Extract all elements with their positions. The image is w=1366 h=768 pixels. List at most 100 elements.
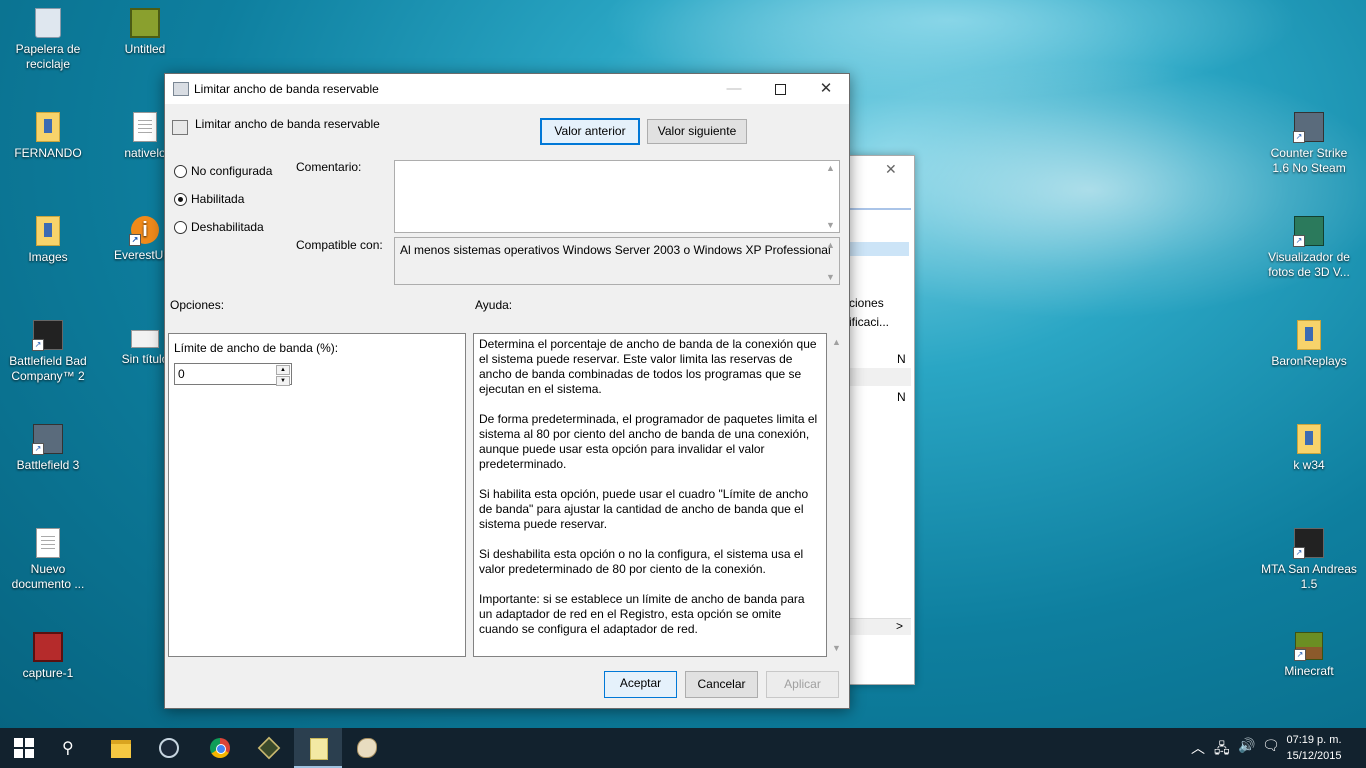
help-label: Ayuda: bbox=[475, 298, 513, 312]
scroll-down-icon[interactable]: ▼ bbox=[826, 272, 835, 282]
folder-icon bbox=[1297, 424, 1321, 454]
volume-icon[interactable]: 🔊 bbox=[1238, 738, 1255, 754]
options-panel: Límite de ancho de banda (%): 0 ▲ ▼ bbox=[168, 333, 466, 657]
close-icon: ✕ bbox=[819, 80, 833, 97]
help-paragraph: De forma predeterminada, el programador … bbox=[479, 412, 818, 471]
stepper-up-icon[interactable]: ▲ bbox=[276, 365, 290, 375]
scroll-down-icon[interactable]: ▼ bbox=[832, 643, 841, 653]
desktop-icon-visualizador[interactable]: ↗ Visualizador de fotos de 3D V... bbox=[1261, 216, 1357, 280]
app-icon bbox=[257, 736, 281, 760]
desktop-icon-label: Images bbox=[28, 250, 68, 264]
radio-circle[interactable] bbox=[174, 165, 187, 179]
steam-icon bbox=[159, 738, 179, 758]
desktop-icon-kw34[interactable]: k w34 bbox=[1261, 424, 1357, 473]
paint-icon bbox=[357, 738, 377, 758]
desktop-icon-minecraft[interactable]: ↗ Minecraft bbox=[1261, 632, 1357, 679]
counter-strike-icon: ↗ bbox=[1293, 112, 1324, 143]
taskbar-paint[interactable] bbox=[343, 728, 391, 768]
setting-icon bbox=[172, 120, 188, 135]
stepper-down-icon[interactable]: ▼ bbox=[276, 376, 290, 386]
ok-button[interactable]: Aceptar bbox=[604, 671, 677, 698]
desktop-icon-images[interactable]: Images bbox=[0, 216, 96, 265]
search-button[interactable]: ⚲ bbox=[48, 728, 96, 768]
desktop-icon-battlefield-bc2[interactable]: ↗ Battlefield Bad Company™ 2 bbox=[0, 320, 96, 384]
maximize-button[interactable] bbox=[757, 74, 803, 104]
scroll-up-icon[interactable]: ▲ bbox=[832, 337, 841, 347]
partial-text: ificaci... bbox=[849, 315, 890, 329]
network-icon[interactable]: 🖧 bbox=[1214, 738, 1230, 762]
shortcut-arrow-icon: ↗ bbox=[1293, 547, 1305, 559]
text-file-icon bbox=[36, 528, 60, 558]
taskbar-app[interactable] bbox=[245, 728, 293, 768]
options-label: Opciones: bbox=[170, 298, 225, 312]
list-row[interactable] bbox=[849, 368, 911, 386]
divider bbox=[849, 208, 911, 210]
comment-label: Comentario: bbox=[296, 160, 362, 174]
minimize-button[interactable]: — bbox=[711, 74, 757, 104]
scroll-right-icon[interactable]: > bbox=[896, 619, 903, 633]
minecraft-icon: ↗ bbox=[1294, 632, 1323, 661]
desktop-icon-capture-1[interactable]: capture-1 bbox=[0, 632, 96, 681]
taskbar-notepad[interactable] bbox=[294, 728, 342, 768]
cancel-button[interactable]: Cancelar bbox=[685, 671, 758, 698]
radio-enabled[interactable]: Habilitada bbox=[174, 192, 244, 207]
clock[interactable]: 07:19 p. m. 15/12/2015 bbox=[1281, 732, 1347, 764]
comment-scrollbar[interactable]: ▲ ▼ bbox=[823, 161, 839, 232]
shortcut-arrow-icon: ↗ bbox=[32, 443, 44, 455]
horizontal-scrollbar[interactable]: > bbox=[849, 618, 911, 635]
close-icon[interactable]: ✕ bbox=[885, 162, 897, 178]
recycle-bin-icon bbox=[35, 8, 61, 38]
minimize-icon: — bbox=[726, 80, 742, 97]
taskbar-chrome[interactable] bbox=[196, 728, 244, 768]
scroll-up-icon[interactable]: ▲ bbox=[826, 163, 835, 173]
selected-row[interactable] bbox=[849, 242, 909, 256]
show-hidden-icons-icon[interactable]: ︿ bbox=[1191, 738, 1205, 758]
desktop-icon-label: Nuevo documento ... bbox=[11, 562, 85, 591]
radio-circle[interactable] bbox=[174, 221, 187, 235]
desktop-icon-label: capture-1 bbox=[22, 666, 74, 680]
help-text: Determina el porcentaje de ancho de band… bbox=[479, 337, 819, 652]
start-button[interactable] bbox=[0, 728, 48, 768]
bandwidth-limit-stepper[interactable]: 0 ▲ ▼ bbox=[174, 363, 292, 386]
everest-app-icon: i ↗ bbox=[129, 216, 159, 246]
desktop-icon-nuevo-documento[interactable]: Nuevo documento ... bbox=[0, 528, 96, 592]
background-window[interactable]: ✕ ciones ificaci... N N > bbox=[848, 155, 915, 685]
desktop-icon-label: FERNANDO bbox=[14, 146, 82, 160]
help-scrollbar[interactable]: ▲ ▼ bbox=[829, 333, 845, 657]
video-file-icon bbox=[33, 632, 63, 662]
taskbar-file-explorer[interactable] bbox=[97, 728, 145, 768]
desktop-icon-untitled[interactable]: Untitled bbox=[97, 8, 193, 57]
taskbar-steam[interactable] bbox=[145, 728, 193, 768]
help-panel: Determina el porcentaje de ancho de band… bbox=[473, 333, 827, 657]
title-bar[interactable]: Limitar ancho de banda reservable — ✕ bbox=[165, 74, 849, 104]
partial-text: N bbox=[897, 390, 906, 404]
previous-setting-button[interactable]: Valor anterior bbox=[540, 118, 640, 145]
desktop-icon-mta[interactable]: ↗ MTA San Andreas 1.5 bbox=[1261, 528, 1357, 592]
close-button[interactable]: ✕ bbox=[803, 74, 849, 104]
desktop-icon-label: Battlefield Bad Company™ 2 bbox=[9, 354, 87, 383]
next-setting-button[interactable]: Valor siguiente bbox=[647, 119, 747, 144]
compatible-scrollbar[interactable]: ▲ ▼ bbox=[823, 238, 839, 284]
scroll-down-icon[interactable]: ▼ bbox=[826, 220, 835, 230]
desktop-icon-label: MTA San Andreas 1.5 bbox=[1261, 562, 1357, 591]
radio-not-configured[interactable]: No configurada bbox=[174, 164, 272, 179]
compatible-label: Compatible con: bbox=[296, 238, 383, 252]
stepper-arrows[interactable]: ▲ ▼ bbox=[276, 365, 290, 386]
radio-circle[interactable] bbox=[174, 193, 187, 207]
game-icon: ↗ bbox=[32, 424, 63, 455]
bandwidth-limit-value[interactable]: 0 bbox=[178, 367, 185, 381]
shortcut-arrow-icon: ↗ bbox=[1293, 235, 1305, 247]
radio-disabled[interactable]: Deshabilitada bbox=[174, 220, 264, 235]
desktop-icon-label: Counter Strike 1.6 No Steam bbox=[1270, 146, 1348, 175]
desktop-icon-battlefield-3[interactable]: ↗ Battlefield 3 bbox=[0, 424, 96, 473]
apply-button[interactable]: Aplicar bbox=[766, 671, 839, 698]
window-title: Limitar ancho de banda reservable bbox=[194, 82, 379, 96]
desktop-icon-fernando[interactable]: FERNANDO bbox=[0, 112, 96, 161]
comment-field[interactable]: ▲ ▼ bbox=[394, 160, 840, 233]
desktop-icon-baronreplays[interactable]: BaronReplays bbox=[1261, 320, 1357, 369]
chrome-icon bbox=[210, 738, 230, 758]
scroll-up-icon[interactable]: ▲ bbox=[826, 240, 835, 250]
desktop-icon-counter-strike[interactable]: ↗ Counter Strike 1.6 No Steam bbox=[1261, 112, 1357, 176]
desktop-icon-recycle-bin[interactable]: Papelera de reciclaje bbox=[0, 8, 96, 72]
action-center-icon[interactable]: 🗨 bbox=[1262, 738, 1280, 754]
